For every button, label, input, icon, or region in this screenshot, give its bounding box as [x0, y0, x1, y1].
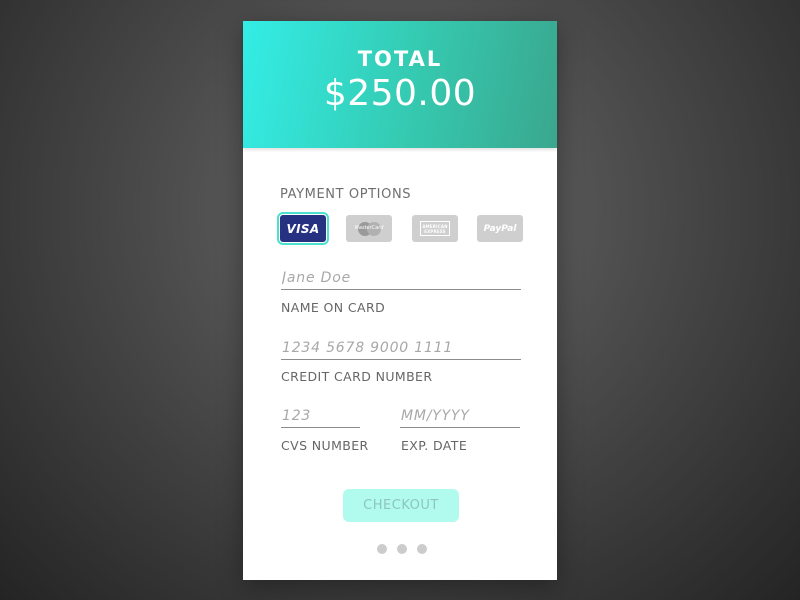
exp-date-input[interactable] — [400, 406, 520, 428]
exp-date-label: EXP. DATE — [401, 438, 468, 453]
payment-card: TOTAL $250.00 PAYMENT OPTIONS VISA Maste… — [243, 21, 557, 580]
total-header: TOTAL $250.00 — [243, 21, 557, 148]
credit-card-number-label: CREDIT CARD NUMBER — [281, 369, 433, 384]
payment-option-amex[interactable]: AMERICAN EXPRESS — [412, 215, 458, 242]
cvs-number-label: CVS NUMBER — [281, 438, 369, 453]
pagination-dot[interactable] — [417, 544, 427, 554]
mastercard-logo-icon: MasterCard — [354, 221, 384, 236]
visa-logo-icon: VISA — [286, 221, 320, 236]
paypal-logo-icon: PayPal — [483, 223, 517, 234]
checkout-button[interactable]: CHECKOUT — [343, 489, 459, 522]
payment-options-label: PAYMENT OPTIONS — [280, 187, 412, 202]
credit-card-number-input[interactable] — [281, 338, 521, 360]
pagination-dot[interactable] — [377, 544, 387, 554]
payment-option-mastercard[interactable]: MasterCard — [346, 215, 392, 242]
total-amount: $250.00 — [323, 73, 477, 114]
total-label: TOTAL — [357, 47, 443, 71]
name-on-card-input[interactable] — [281, 268, 521, 290]
cvs-number-input[interactable] — [281, 406, 360, 428]
payment-option-visa[interactable]: VISA — [277, 212, 329, 245]
payment-option-paypal[interactable]: PayPal — [477, 215, 523, 242]
pagination-dots — [377, 544, 427, 554]
amex-logo-icon: AMERICAN EXPRESS — [420, 221, 450, 236]
pagination-dot[interactable] — [397, 544, 407, 554]
name-on-card-label: NAME ON CARD — [281, 300, 386, 315]
